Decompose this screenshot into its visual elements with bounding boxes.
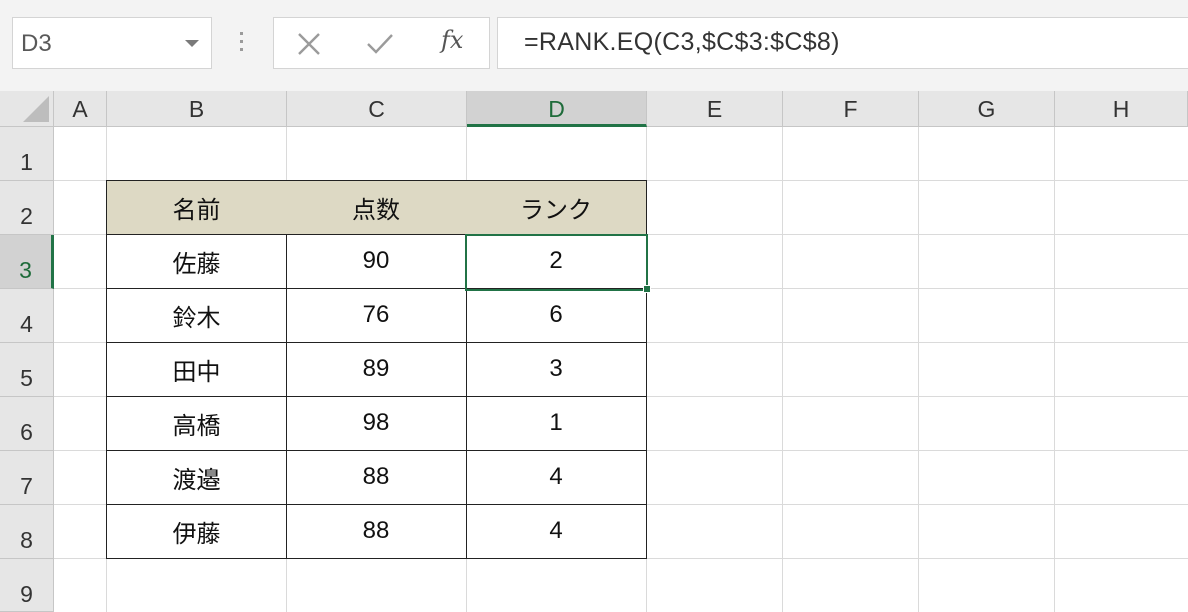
- name-cell[interactable]: 佐藤: [106, 234, 287, 289]
- score-cell[interactable]: 98: [286, 396, 467, 451]
- score-cell[interactable]: 90: [286, 234, 467, 289]
- formula-bar-area: D3 fx =RANK.EQ(C3,$C$3:$C$8): [0, 0, 1188, 91]
- gridline-vertical: [782, 127, 783, 612]
- gridline-vertical: [918, 127, 919, 612]
- score-cell[interactable]: 76: [286, 288, 467, 343]
- grip-dots-icon[interactable]: [240, 32, 244, 54]
- fill-handle[interactable]: [643, 285, 651, 293]
- row-header-7[interactable]: 7: [0, 451, 54, 505]
- row-header-5[interactable]: 5: [0, 343, 54, 397]
- formula-text: =RANK.EQ(C3,$C$3:$C$8): [524, 28, 840, 56]
- row-header-1[interactable]: 1: [0, 127, 54, 181]
- column-header-e[interactable]: E: [647, 91, 783, 127]
- row-header-6[interactable]: 6: [0, 397, 54, 451]
- score-cell[interactable]: 88: [286, 504, 467, 559]
- column-header-h[interactable]: H: [1055, 91, 1188, 127]
- column-header-a[interactable]: A: [54, 91, 107, 127]
- row-header-2[interactable]: 2: [0, 181, 54, 235]
- name-box[interactable]: D3: [12, 17, 212, 69]
- rank-cell[interactable]: 1: [466, 396, 647, 451]
- fx-icon[interactable]: fx: [441, 26, 463, 54]
- rank-cell[interactable]: 6: [466, 288, 647, 343]
- row-header-3[interactable]: 3: [0, 235, 54, 289]
- name-cell[interactable]: 鈴木: [106, 288, 287, 343]
- select-all-button[interactable]: [0, 91, 54, 127]
- name-cell[interactable]: 高橋: [106, 396, 287, 451]
- header-score-cell[interactable]: 点数: [286, 180, 467, 235]
- formula-input[interactable]: =RANK.EQ(C3,$C$3:$C$8): [497, 17, 1188, 69]
- chevron-down-icon[interactable]: [185, 40, 199, 47]
- score-cell[interactable]: 89: [286, 342, 467, 397]
- gridline-vertical: [1054, 127, 1055, 612]
- rank-cell[interactable]: 4: [466, 504, 647, 559]
- row-header-9[interactable]: 9: [0, 559, 54, 612]
- column-header-f[interactable]: F: [783, 91, 919, 127]
- name-box-value: D3: [21, 30, 52, 57]
- cancel-x-icon[interactable]: [296, 31, 322, 57]
- name-cell[interactable]: 田中: [106, 342, 287, 397]
- rank-cell[interactable]: 4: [466, 450, 647, 505]
- rank-cell[interactable]: 3: [466, 342, 647, 397]
- column-header-c[interactable]: C: [287, 91, 467, 127]
- score-cell[interactable]: 88: [286, 450, 467, 505]
- name-cell[interactable]: 伊藤: [106, 504, 287, 559]
- header-rank-cell[interactable]: ランク: [466, 180, 647, 235]
- header-name-cell[interactable]: 名前: [106, 180, 287, 235]
- row-header-4[interactable]: 4: [0, 289, 54, 343]
- rank-cell[interactable]: 2: [466, 234, 647, 289]
- row-header-8[interactable]: 8: [0, 505, 54, 559]
- column-header-d[interactable]: D: [467, 91, 647, 127]
- name-cell[interactable]: 渡邉: [106, 450, 287, 505]
- select-all-triangle-icon: [23, 96, 49, 122]
- formula-buttons: fx: [273, 17, 490, 69]
- column-header-b[interactable]: B: [107, 91, 287, 127]
- checkmark-icon[interactable]: [366, 31, 394, 57]
- column-header-g[interactable]: G: [919, 91, 1055, 127]
